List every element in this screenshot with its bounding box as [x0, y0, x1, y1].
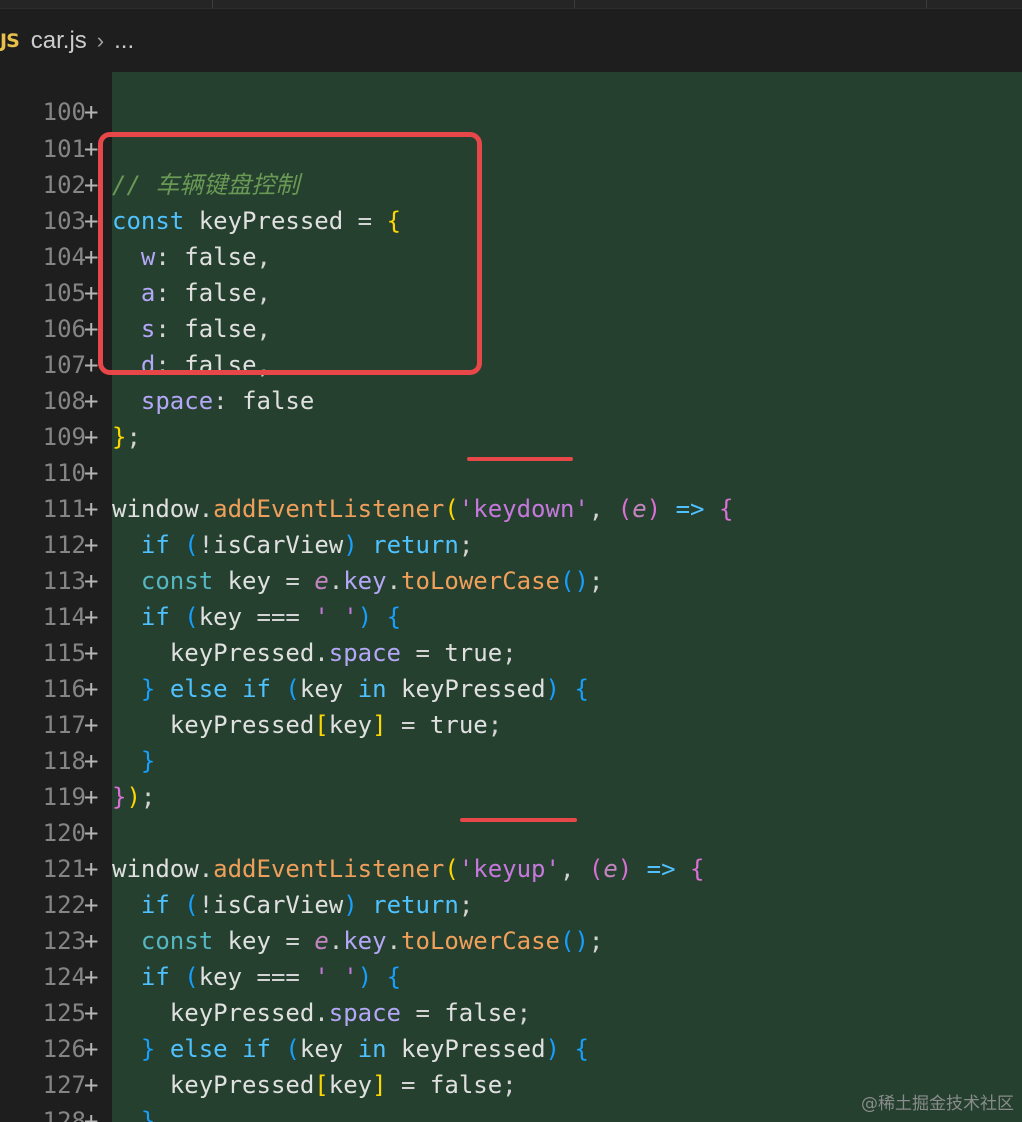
underline-annotation-keydown	[467, 457, 573, 461]
javascript-file-icon: JS	[0, 30, 20, 52]
code-line[interactable]: 125 + } else if (key in keyPressed) {	[0, 959, 1022, 1063]
tab-divider	[926, 0, 927, 8]
tab-divider	[212, 0, 213, 8]
code-line[interactable]: 101 + // 车辆键盘控制	[0, 95, 1022, 199]
highlight-box-annotation	[98, 132, 482, 375]
tab-bar	[0, 0, 1022, 9]
code-line[interactable]: 123 + if (key === ' ') {	[0, 887, 1022, 991]
code-line[interactable]: 120 + window.addEventListener('keyup', (e…	[0, 779, 1022, 883]
code-line[interactable]: 122 + const key = e.key.toLowerCase();	[0, 851, 1022, 955]
code-line[interactable]: 115 + } else if (key in keyPressed) {	[0, 599, 1022, 703]
code-line[interactable]: 119 +	[0, 743, 1022, 811]
code-line[interactable]: 118 + });	[0, 707, 1022, 811]
editor-area[interactable]: 100 + 101 + // 车辆键盘控制 102 + const keyPresse…	[0, 72, 1022, 1122]
chevron-right-icon: ›	[96, 28, 105, 53]
code-line[interactable]: 124 + keyPressed.space = false;	[0, 923, 1022, 1027]
code-line[interactable]: 113 + if (key === ' ') {	[0, 527, 1022, 631]
code-line[interactable]: 112 + const key = e.key.toLowerCase();	[0, 491, 1022, 595]
underline-annotation-keyup	[460, 818, 577, 822]
breadcrumb-more[interactable]: ...	[114, 27, 134, 55]
code-editor-window: JS car.js › ... 100 + 101 + // 车辆键盘控制 102 +…	[0, 0, 1022, 1122]
code-line[interactable]: 117 + }	[0, 671, 1022, 775]
code-line[interactable]: 109 +	[0, 383, 1022, 451]
code-line[interactable]: 126 + keyPressed[key] = false;	[0, 995, 1022, 1099]
code-line[interactable]: 100 +	[0, 58, 1022, 126]
watermark: @稀土掘金技术社区	[861, 1094, 1014, 1114]
code-line[interactable]: 110 + window.addEventListener('keydown', …	[0, 419, 1022, 523]
breadcrumb-file[interactable]: car.js	[31, 27, 87, 55]
tab-divider	[574, 0, 575, 8]
code-line[interactable]: 114 + keyPressed.space = true;	[0, 563, 1022, 667]
code-line[interactable]: 127 + }	[0, 1031, 1022, 1122]
code-line[interactable]: 116 + keyPressed[key] = true;	[0, 635, 1022, 739]
